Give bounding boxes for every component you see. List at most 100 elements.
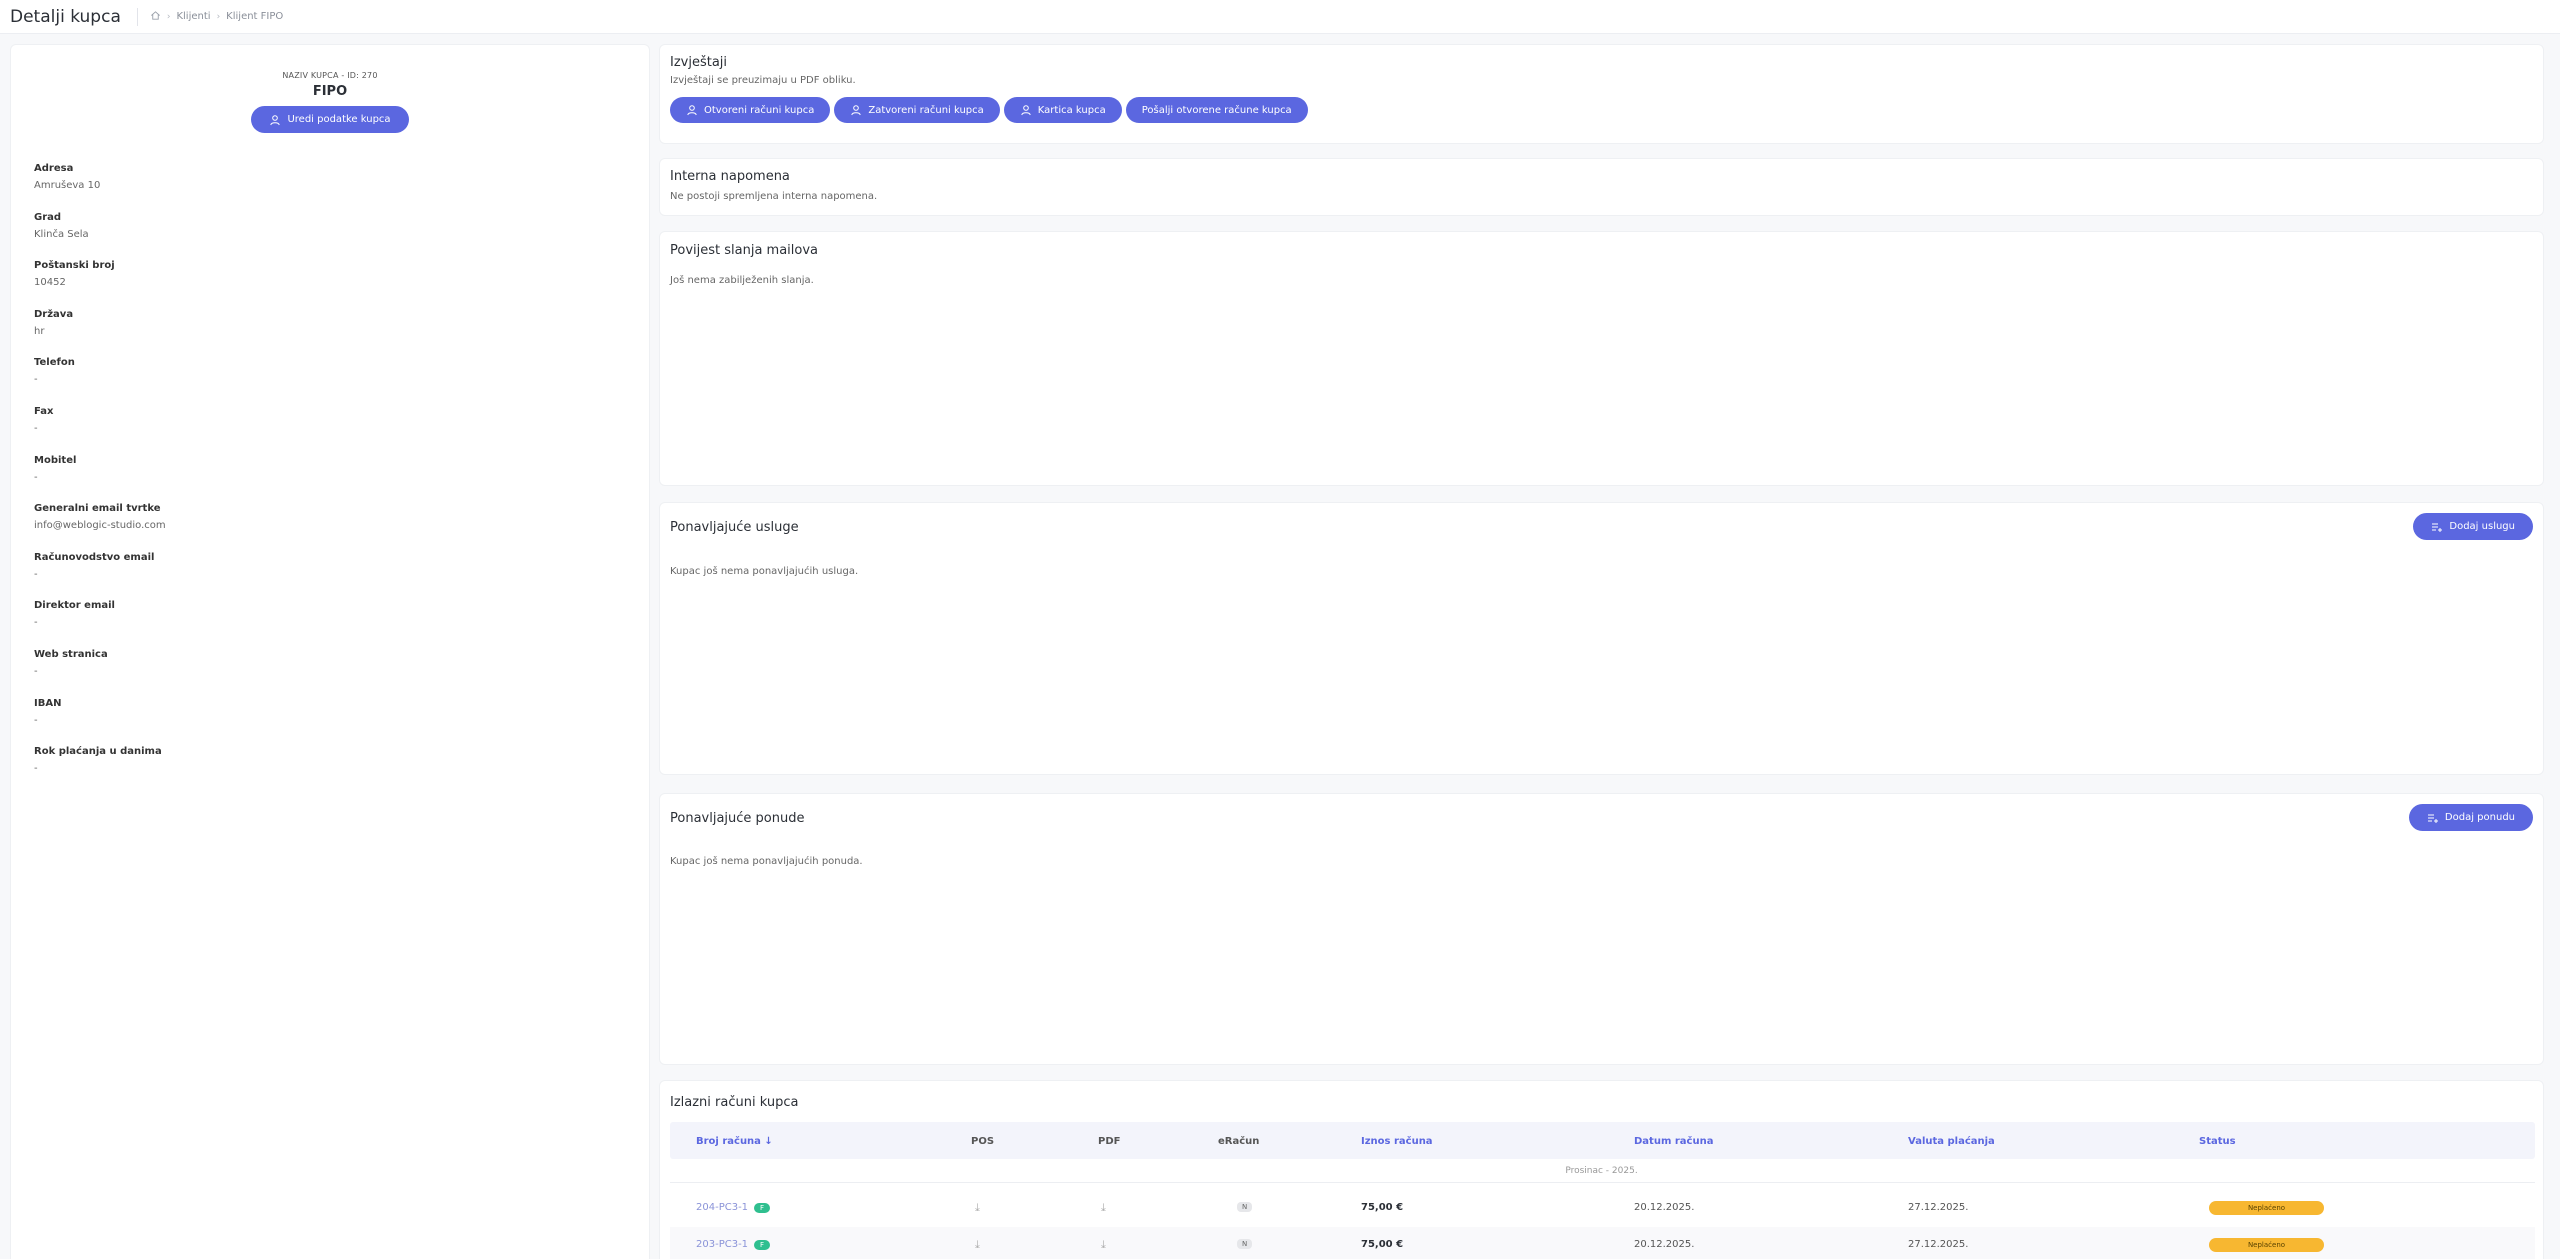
download-icon[interactable]: ⤓ [975,1238,980,1252]
download-icon[interactable]: ⤓ [1101,1238,1106,1252]
field-label: Direktor email [34,600,115,612]
add-service-label: Dodaj uslugu [2449,521,2515,532]
internal-note-card: Interna napomena Ne postoji spremljena i… [659,158,2544,216]
client-card-button[interactable]: Kartica kupca [1003,97,1122,123]
recurring-offers-title: Ponavljajuće ponude [670,811,805,826]
field-label: Poštanski broj [34,260,115,272]
client-header: NAZIV KUPCA - ID: 270 FIPO Uredi podatke… [11,45,649,133]
fiscal-badge: F [754,1203,771,1213]
closed-invoices-label: Zatvoreni računi kupca [868,104,984,116]
send-open-invoices-label: Pošalji otvorene račune kupca [1141,104,1292,116]
reports-subtitle: Izvještaji se preuzimaju u PDF obliku. [670,75,856,86]
open-invoices-button[interactable]: Otvoreni računi kupca [670,97,831,123]
table-row: 204-PC3-1 F ⤓ ⤓ N 75,00 € 20.12.2025. 27.… [670,1190,2535,1227]
list-add-icon [2427,814,2438,823]
invoice-amount: 75,00 € [1361,1239,1404,1250]
col-pdf: PDF [1098,1136,1121,1147]
open-invoices-label: Otvoreni računi kupca [704,104,815,116]
edit-client-label: Uredi podatke kupca [287,114,391,125]
col-eracun: eRačun [1218,1136,1260,1147]
invoice-date: 20.12.2025. [1634,1239,1695,1250]
add-offer-label: Dodaj ponudu [2444,812,2515,823]
invoice-due: 27.12.2025. [1908,1239,1969,1250]
download-icon[interactable]: ⤓ [1101,1201,1106,1215]
field-label: Fax [34,405,54,417]
client-fields: Adresa Amruševa 10 Grad Klinča Sela Poštan… [34,163,166,795]
status-badge: Neplaćeno [2209,1238,2324,1252]
recurring-services-title: Ponavljajuće usluge [670,520,799,535]
client-details-card: NAZIV KUPCA - ID: 270 FIPO Uredi podatke… [10,44,650,1259]
status-badge: Neplaćeno [2209,1201,2324,1215]
field-general-email: Generalni email tvrtke info@weblogic-stud… [34,503,166,552]
add-service-button[interactable]: Dodaj uslugu [2413,513,2533,540]
invoice-number[interactable]: 204-PC3-1 F [696,1202,771,1213]
recurring-offers-text: Kupac još nema ponavljajućih ponuda. [670,856,863,867]
add-offer-button[interactable]: Dodaj ponudu [2408,804,2533,831]
field-value: hr [34,325,45,337]
field-value: Amruševa 10 [34,180,101,191]
recurring-services-text: Kupac još nema ponavljajućih usluga. [670,566,859,577]
invoices-card: Izlazni računi kupca Broj računa ↓ POS P… [659,1080,2544,1259]
table-row: 203-PC3-1 F ⤓ ⤓ N 75,00 € 20.12.2025. 27.… [670,1227,2535,1259]
field-value: 10452 [34,277,66,289]
top-bar: Detalji kupca › Klijenti › Klijent FIPO [0,0,2560,34]
field-fax: Fax - [34,406,166,455]
download-icon[interactable]: ⤓ [975,1201,980,1215]
breadcrumb-separator: › [216,11,221,22]
home-icon[interactable] [150,10,161,24]
field-value: - [34,471,38,483]
field-value: - [34,422,38,434]
client-card-label: Kartica kupca [1037,104,1106,116]
field-label: Telefon [34,357,75,369]
breadcrumb-clients[interactable]: Klijenti [176,11,210,22]
invoice-number[interactable]: 203-PC3-1 F [696,1239,771,1250]
reports-card: Izvještaji Izvještaji se preuzimaju u PD… [659,44,2544,144]
reports-buttons: Otvoreni računi kupca Zatvoreni računi k… [670,97,1308,123]
invoice-due: 27.12.2025. [1908,1202,1969,1213]
fiscal-badge: F [754,1240,771,1250]
field-value: - [34,763,38,775]
col-pos: POS [971,1136,995,1147]
client-id-label: NAZIV KUPCA - ID: 270 [282,71,378,80]
invoice-amount: 75,00 € [1361,1202,1404,1213]
field-website: Web stranica - [34,649,166,698]
col-amount[interactable]: Iznos računa [1361,1136,1433,1147]
mail-history-text: Još nema zabilježenih slanja. [670,275,814,286]
col-date[interactable]: Datum računa [1634,1136,1713,1147]
invoice-date: 20.12.2025. [1634,1202,1695,1213]
client-name: FIPO [312,84,348,99]
field-phone: Telefon - [34,357,166,406]
page-title: Detalji kupca [10,6,121,27]
field-mobile: Mobitel - [34,455,166,504]
breadcrumb-current: Klijent FIPO [226,11,284,22]
field-label: Računovodstvo email [34,551,155,563]
closed-invoices-button[interactable]: Zatvoreni računi kupca [834,97,1000,123]
invoices-title: Izlazni računi kupca [670,1095,799,1110]
field-value: - [34,374,38,386]
eracun-badge: N [1237,1202,1253,1212]
eracun-badge: N [1237,1239,1253,1249]
group-label: Prosinac - 2025. [1565,1166,1638,1176]
field-value: Klinča Sela [34,228,89,240]
col-status[interactable]: Status [2199,1136,2236,1147]
field-iban: IBAN - [34,698,166,747]
field-label: Grad [34,211,62,223]
field-value: - [34,568,38,580]
field-label: Generalni email tvrtke [34,503,161,515]
send-open-invoices-button[interactable]: Pošalji otvorene račune kupca [1125,97,1308,123]
breadcrumb-separator: › [166,11,171,22]
field-address: Adresa Amruševa 10 [34,163,166,212]
field-value: - [34,665,38,677]
field-country: Država hr [34,309,166,358]
field-accounting-email: Računovodstvo email - [34,552,166,601]
field-label: Rok plaćanja u danima [34,746,162,758]
mail-history-title: Povijest slanja mailova [670,243,819,258]
field-value: - [34,617,38,629]
field-label: IBAN [34,697,62,709]
col-number[interactable]: Broj računa ↓ [696,1136,773,1147]
col-due[interactable]: Valuta plaćanja [1908,1136,1995,1147]
edit-client-button[interactable]: Uredi podatke kupca [251,106,409,133]
recurring-services-card: Ponavljajuće usluge Dodaj uslugu Kupac j… [659,502,2544,775]
user-icon [851,105,862,116]
field-label: Adresa [34,163,74,174]
